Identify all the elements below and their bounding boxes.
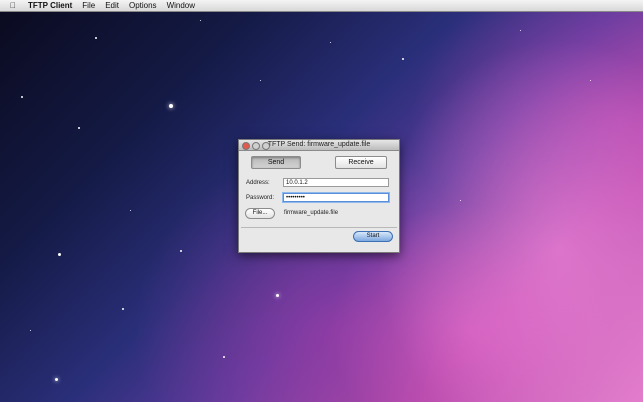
star [30,330,31,331]
window-controls [242,142,270,150]
password-input[interactable]: ••••••••• [283,193,389,202]
star [460,200,461,201]
star [200,20,201,21]
star [169,104,173,108]
menu-window[interactable]: Window [167,0,195,11]
window-title: TFTP Send: firmware_update.file [267,141,371,148]
star [78,127,80,129]
menu-edit[interactable]: Edit [105,0,119,11]
minimize-icon[interactable] [252,142,260,150]
send-button[interactable]: Send [251,156,301,169]
menu-file[interactable]: File [82,0,95,11]
zoom-icon[interactable] [262,142,270,150]
file-name-label: firmware_update.file [284,210,339,216]
star [330,42,331,43]
menu-app-name[interactable]: TFTP Client [28,0,72,11]
star [223,356,225,358]
star [590,80,591,81]
star [260,80,261,81]
start-button[interactable]: Start [353,231,393,242]
close-icon[interactable] [242,142,250,150]
star [520,30,521,31]
divider [241,227,397,228]
apple-icon[interactable]:  [10,0,20,11]
tftp-send-window: TFTP Send: firmware_update.file Send Rec… [238,139,400,253]
file-button[interactable]: File... [245,208,275,219]
star [130,210,131,211]
star [402,58,404,60]
window-titlebar[interactable]: TFTP Send: firmware_update.file [239,140,399,151]
star [95,37,97,39]
star [122,308,124,310]
address-input[interactable]: 10.0.1.2 [283,178,389,187]
receive-button[interactable]: Receive [335,156,387,169]
menu-options[interactable]: Options [129,0,157,11]
star [55,378,58,381]
menu-bar:  TFTP Client File Edit Options Window [0,0,643,12]
star [276,294,279,297]
star [180,250,182,252]
password-label: Password: [246,195,275,201]
star [58,253,61,256]
star [21,96,23,98]
address-label: Address: [246,180,270,186]
